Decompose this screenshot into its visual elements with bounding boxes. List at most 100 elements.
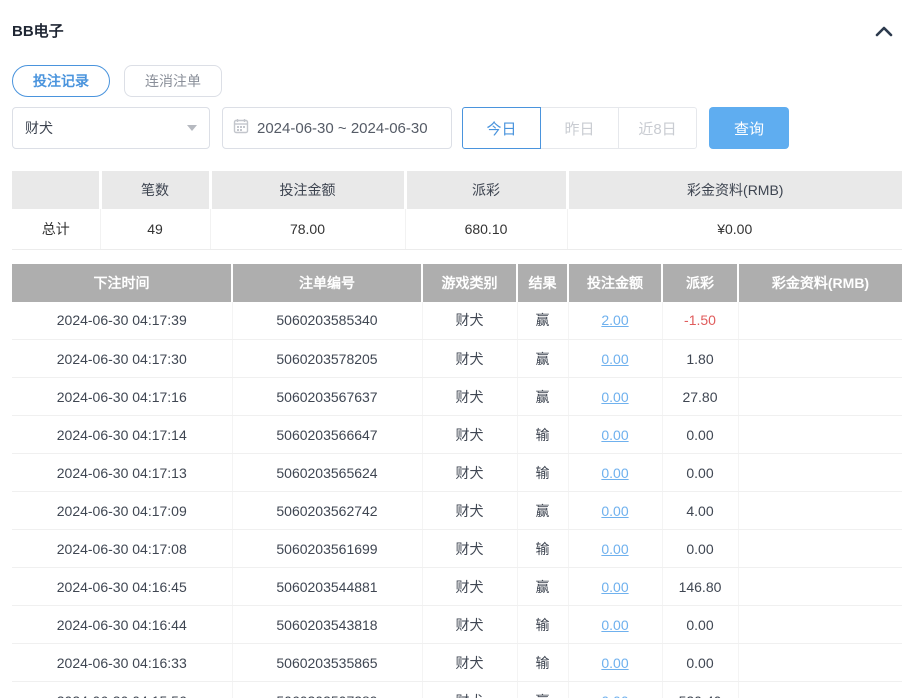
cell-bonus: [738, 339, 902, 378]
tab-betting-records[interactable]: 投注记录: [12, 65, 110, 97]
cell-bonus: [738, 567, 902, 606]
cell-bonus: [738, 453, 902, 492]
page-title: BB电子: [12, 23, 64, 40]
cell-game-type: 财犬: [422, 491, 518, 530]
bet-amount-link[interactable]: 0.00: [601, 655, 628, 671]
table-row: 2024-06-30 04:17:13 5060203565624 财犬输 0.00 0…: [12, 453, 902, 492]
summary-table: 笔数 投注金额 派彩 彩金资料(RMB) 总计 49 78.00 680.10 …: [12, 171, 902, 250]
summary-header-count: 笔数: [100, 171, 212, 209]
bet-amount-link[interactable]: 2.00: [601, 312, 628, 328]
table-row: 2024-06-30 04:17:09 5060203562742 财犬赢 0.00 4…: [12, 491, 902, 530]
cell-order-number: 5060203544881: [232, 567, 423, 606]
quick-range-yesterday[interactable]: 昨日: [540, 107, 619, 149]
cell-bonus: [738, 491, 902, 530]
quick-range-today[interactable]: 今日: [462, 107, 541, 149]
records-header-row: 下注时间 注单编号 游戏类别 结果 投注金额 派彩 彩金资料(RMB): [12, 263, 902, 302]
summary-total-bonus: ¥0.00: [567, 209, 902, 250]
summary-total-payout: 680.10: [405, 209, 568, 250]
cell-game-type: 财犬: [422, 415, 518, 454]
table-row: 2024-06-30 04:17:39 5060203585340 财犬赢 2.00 -…: [12, 301, 902, 340]
cell-bet-time: 2024-06-30 04:16:45: [12, 567, 233, 606]
cell-bet-time: 2024-06-30 04:17:30: [12, 339, 233, 378]
summary-header-row: 笔数 投注金额 派彩 彩金资料(RMB): [12, 171, 902, 209]
bet-amount-link[interactable]: 0.00: [601, 541, 628, 557]
cell-bet-amount: 0.00: [568, 605, 663, 644]
betting-records-panel: BB电子 投注记录 连消注单 财犬 2024-06-30 ~ 2024-06-3…: [0, 0, 914, 698]
bet-amount-link[interactable]: 0.00: [601, 503, 628, 519]
records-table: 下注时间 注单编号 游戏类别 结果 投注金额 派彩 彩金资料(RMB) 2024…: [12, 263, 902, 698]
cell-game-type: 财犬: [422, 453, 518, 492]
collapse-panel-button[interactable]: [872, 22, 896, 40]
cell-order-number: 5060203507289: [232, 681, 423, 698]
records-header-bonus: 彩金资料(RMB): [738, 263, 902, 302]
quick-range-last8days[interactable]: 近8日: [618, 107, 697, 149]
cell-order-number: 5060203562742: [232, 491, 423, 530]
records-header-bet-amount: 投注金额: [568, 263, 663, 302]
cell-bet-time: 2024-06-30 04:17:09: [12, 491, 233, 530]
cell-game-type: 财犬: [422, 605, 518, 644]
date-range-picker[interactable]: 2024-06-30 ~ 2024-06-30: [222, 107, 452, 149]
cell-game-type: 财犬: [422, 377, 518, 416]
cell-bet-amount: 0.00: [568, 681, 663, 698]
bet-amount-link[interactable]: 0.00: [601, 693, 628, 698]
filter-bar: 财犬 2024-06-30 ~ 2024-06-30 今日 昨日 近8日 查询: [0, 97, 914, 149]
cell-order-number: 5060203543818: [232, 605, 423, 644]
summary-total-count: 49: [100, 209, 211, 250]
summary-header-empty: [12, 171, 102, 209]
cell-order-number: 5060203561699: [232, 529, 423, 568]
query-button[interactable]: 查询: [709, 107, 789, 149]
records-tbody: 2024-06-30 04:17:39 5060203585340 财犬赢 2.00-…: [12, 301, 902, 698]
cell-payout: 27.80: [662, 377, 739, 416]
cell-result: 赢: [517, 491, 569, 530]
cell-payout: 0.00: [662, 415, 739, 454]
cell-payout: -1.50: [662, 301, 739, 340]
tab-cancelled-orders[interactable]: 连消注单: [124, 65, 222, 97]
cell-game-type: 财犬: [422, 529, 518, 568]
cell-bet-time: 2024-06-30 04:15:56: [12, 681, 233, 698]
bet-amount-link[interactable]: 0.00: [601, 351, 628, 367]
bet-amount-link[interactable]: 0.00: [601, 427, 628, 443]
cell-game-type: 财犬: [422, 681, 518, 698]
cell-bet-amount: 0.00: [568, 339, 663, 378]
summary-total-row: 总计 49 78.00 680.10 ¥0.00: [12, 209, 902, 250]
panel-header: BB电子: [0, 0, 914, 41]
records-header-result: 结果: [517, 263, 569, 302]
cell-payout: 1.80: [662, 339, 739, 378]
cell-bet-time: 2024-06-30 04:17:39: [12, 301, 233, 340]
bet-amount-link[interactable]: 0.00: [601, 617, 628, 633]
cell-bonus: [738, 643, 902, 682]
cell-result: 输: [517, 529, 569, 568]
date-range-value: 2024-06-30 ~ 2024-06-30: [257, 119, 428, 137]
cell-result: 赢: [517, 301, 569, 340]
table-row: 2024-06-30 04:16:33 5060203535865 财犬输 0.00 0…: [12, 643, 902, 682]
cell-game-type: 财犬: [422, 567, 518, 606]
bet-amount-link[interactable]: 0.00: [601, 465, 628, 481]
cell-bet-time: 2024-06-30 04:17:16: [12, 377, 233, 416]
table-row: 2024-06-30 04:16:45 5060203544881 财犬赢 0.00 1…: [12, 567, 902, 606]
cell-game-type: 财犬: [422, 301, 518, 340]
records-header-bet-time: 下注时间: [12, 263, 233, 302]
bet-amount-link[interactable]: 0.00: [601, 579, 628, 595]
cell-order-number: 5060203566647: [232, 415, 423, 454]
table-row: 2024-06-30 04:17:30 5060203578205 财犬赢 0.00 1…: [12, 339, 902, 378]
cell-payout: 520.40: [662, 681, 739, 698]
bet-amount-link[interactable]: 0.00: [601, 389, 628, 405]
cell-bet-amount: 2.00: [568, 301, 663, 340]
cell-bet-amount: 0.00: [568, 529, 663, 568]
summary-header-payout: 派彩: [405, 171, 569, 209]
cell-result: 输: [517, 415, 569, 454]
cell-bonus: [738, 377, 902, 416]
summary-header-bonus: 彩金资料(RMB): [567, 171, 902, 209]
game-select[interactable]: 财犬: [12, 107, 210, 149]
cell-bonus: [738, 415, 902, 454]
cell-result: 赢: [517, 377, 569, 416]
cell-game-type: 财犬: [422, 339, 518, 378]
cell-bonus: [738, 605, 902, 644]
cell-bet-time: 2024-06-30 04:17:08: [12, 529, 233, 568]
records-header-game-type: 游戏类别: [422, 263, 518, 302]
table-row: 2024-06-30 04:17:08 5060203561699 财犬输 0.00 0…: [12, 529, 902, 568]
cell-order-number: 5060203565624: [232, 453, 423, 492]
cell-result: 赢: [517, 339, 569, 378]
cell-payout: 146.80: [662, 567, 739, 606]
table-row: 2024-06-30 04:17:14 5060203566647 财犬输 0.00 0…: [12, 415, 902, 454]
